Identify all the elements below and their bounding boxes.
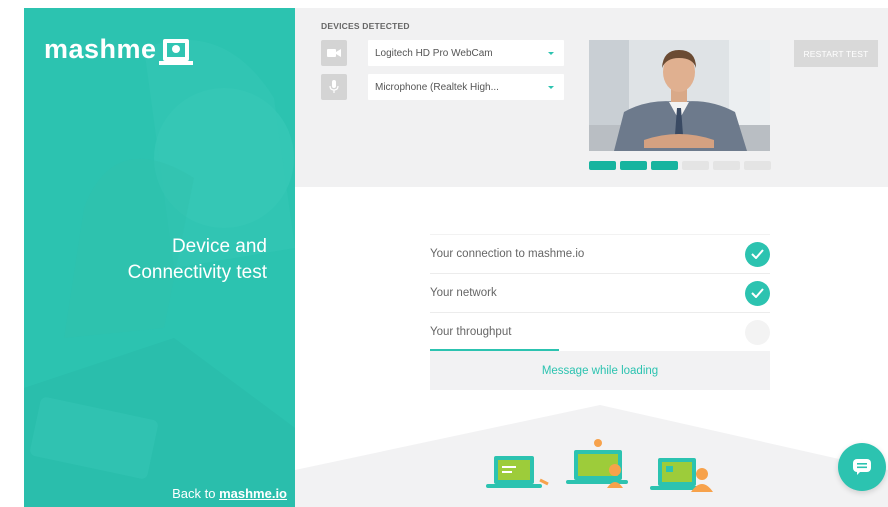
microphone-select-value: Microphone (Realtek High... [375, 81, 499, 93]
camera-preview [589, 40, 770, 151]
audio-level-meter [589, 161, 771, 170]
camera-select[interactable]: Logitech HD Pro WebCam [368, 40, 564, 66]
check-success-icon [745, 280, 770, 306]
back-link[interactable]: Back to mashme.io [172, 486, 287, 501]
level-segment [651, 161, 678, 170]
logo-mark-icon [158, 38, 193, 65]
microphone-icon [321, 74, 347, 100]
microphone-select[interactable]: Microphone (Realtek High... [368, 74, 564, 100]
title-line-1: Device and [171, 236, 267, 257]
page-title: Device and Connectivity test [128, 234, 267, 286]
back-link-target[interactable]: mashme.io [219, 486, 287, 501]
level-segment [682, 161, 709, 170]
check-row-network: Your network [430, 273, 770, 312]
level-segment [713, 161, 740, 170]
loading-message: Message while loading [430, 351, 770, 390]
title-line-2: Connectivity test [127, 262, 267, 283]
chevron-down-icon [548, 85, 554, 89]
bottom-illustration [295, 405, 888, 507]
devices-header: DEVICES DETECTED [321, 21, 410, 31]
video-camera-icon [321, 40, 347, 66]
check-label: Your throughput [430, 326, 512, 338]
check-label: Your connection to mashme.io [430, 248, 585, 260]
level-segment [589, 161, 616, 170]
check-row-throughput: Your throughput [430, 312, 770, 351]
throughput-progress-bar [430, 349, 560, 351]
check-pending-icon [745, 319, 770, 345]
chat-bubble-icon [853, 459, 871, 475]
mashme-logo[interactable]: mashme [44, 34, 193, 65]
level-segment [744, 161, 771, 170]
logo-text: mashme [44, 34, 157, 64]
chevron-down-icon [548, 51, 554, 55]
connectivity-checklist: Your connection to mashme.io Your networ… [430, 234, 770, 390]
left-panel: mashme Device and Connectivity test Back… [24, 8, 295, 507]
check-label: Your network [430, 287, 497, 299]
check-row-connection: Your connection to mashme.io [430, 234, 770, 273]
level-segment [620, 161, 647, 170]
camera-select-value: Logitech HD Pro WebCam [375, 47, 493, 59]
back-link-prefix: Back to [172, 486, 216, 501]
check-success-icon [745, 241, 770, 267]
chat-button[interactable] [838, 443, 886, 491]
restart-test-button[interactable]: RESTART TEST [794, 40, 878, 67]
page: mashme Device and Connectivity test Back… [0, 0, 888, 507]
microphone-row: Microphone (Realtek High... [321, 74, 564, 100]
devices-section: DEVICES DETECTED Logitech HD Pro WebCam … [295, 8, 888, 187]
webcam-preview-image [589, 40, 770, 151]
camera-row: Logitech HD Pro WebCam [321, 40, 564, 66]
